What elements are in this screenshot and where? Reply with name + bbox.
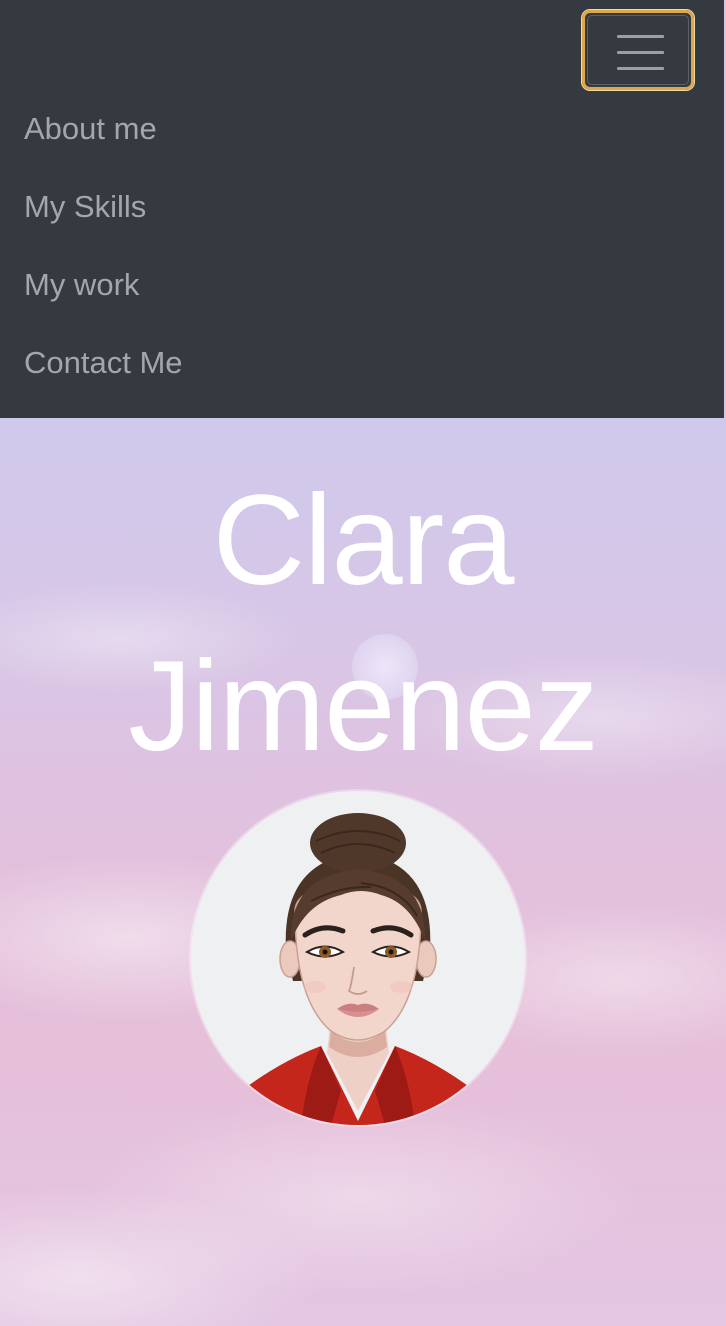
nav-item-about: About me	[24, 104, 183, 182]
hero-first-name: Clara	[212, 469, 515, 612]
nav-link-my-work[interactable]: My work	[24, 267, 139, 302]
nav-link-about-me[interactable]: About me	[24, 111, 157, 146]
hero-last-name: Jimenez	[128, 635, 599, 778]
nav-menu: About me My Skills My work Contact Me	[24, 104, 183, 416]
nav-item-contact: Contact Me	[24, 338, 183, 416]
navbar: About me My Skills My work Contact Me	[0, 0, 724, 418]
hero-section: Clara Jimenez	[0, 418, 726, 1326]
nav-item-work: My work	[24, 260, 183, 338]
nav-item-skills: My Skills	[24, 182, 183, 260]
hamburger-icon	[587, 15, 689, 85]
avatar	[191, 791, 525, 1125]
navbar-toggle-button[interactable]	[582, 10, 694, 90]
hero-title: Clara Jimenez	[0, 458, 726, 790]
woman-avatar-illustration	[225, 813, 491, 1125]
nav-link-my-skills[interactable]: My Skills	[24, 189, 146, 224]
nav-link-contact-me[interactable]: Contact Me	[24, 345, 183, 380]
